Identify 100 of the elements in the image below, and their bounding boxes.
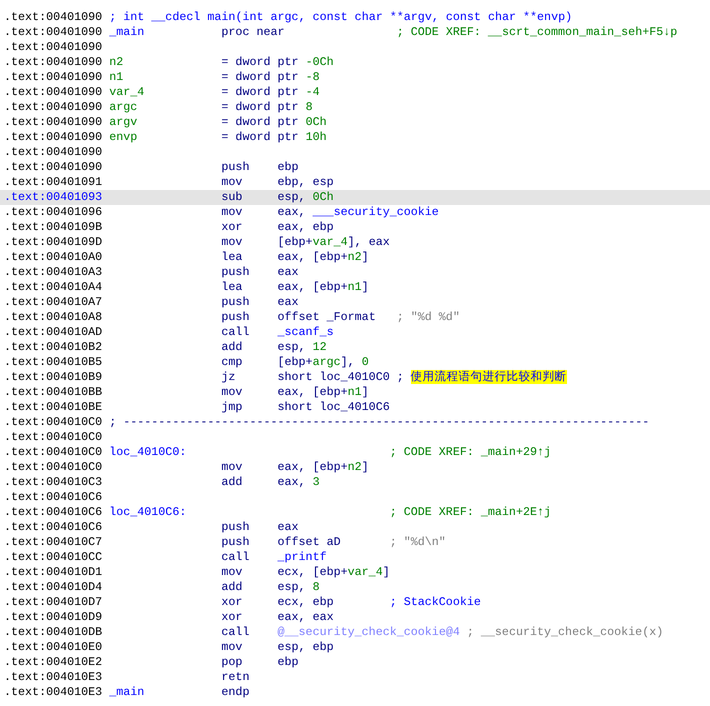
listing-line[interactable]: .text:004010BE jmp short loc_4010C6 (0, 400, 710, 415)
instruction-mnemonic: add (221, 580, 244, 595)
listing-line[interactable]: .text:004010E3 _main endp (0, 685, 710, 700)
line-address: .text:004010C6 (4, 490, 104, 505)
listing-line[interactable]: .text:004010C6 loc_4010C6: ; CODE XREF: _main+2E↑j (0, 505, 710, 520)
instruction-mnemonic: call (221, 325, 250, 340)
code-comment: ; __security_check_cookie(x) (466, 625, 664, 640)
code-comment: ; --------------------------------------------------------------------------- (109, 415, 650, 430)
listing-line[interactable]: .text:004010AD call _scanf_s (0, 325, 710, 340)
listing-line[interactable]: .text:004010C6 (0, 490, 710, 505)
listing-line[interactable]: .text:00401090 n1 = dword ptr -8 (0, 70, 710, 85)
instruction-operands: esp, 8 (278, 580, 321, 595)
listing-line[interactable]: .text:00401091 mov ebp, esp (0, 175, 710, 190)
instruction-operands: esp, 12 (278, 340, 328, 355)
line-address: .text:004010A3 (4, 265, 104, 280)
instruction-operands: -4 (306, 85, 321, 100)
code-label[interactable]: var_4 (109, 85, 222, 100)
listing-line[interactable]: .text:004010E0 mov esp, ebp (0, 640, 710, 655)
instruction-operands: _scanf_s (278, 325, 335, 340)
code-label[interactable]: n1 (109, 70, 222, 85)
code-label[interactable]: envp (109, 130, 222, 145)
instruction-mnemonic: mov (221, 205, 244, 220)
listing-line[interactable]: .text:004010D4 add esp, 8 (0, 580, 710, 595)
instruction-operands: [ebp+argc], 0 (278, 355, 370, 370)
listing-line[interactable]: .text:004010DB call @__security_check_cookie@4 ; __security_check_cookie(x) (0, 625, 710, 640)
line-address: .text:004010C0 (4, 430, 104, 445)
listing-line[interactable]: .text:004010C3 add eax, 3 (0, 475, 710, 490)
line-address: .text:004010D7 (4, 595, 104, 610)
code-label[interactable]: _main (109, 685, 222, 700)
listing-line[interactable]: .text:004010C0 loc_4010C0: ; CODE XREF: _main+29↑j (0, 445, 710, 460)
listing-line[interactable]: .text:004010B2 add esp, 12 (0, 340, 710, 355)
code-comment: ; "%d %d" (396, 310, 460, 325)
listing-line[interactable]: .text:00401096 mov eax, ___security_cookie (0, 205, 710, 220)
listing-line[interactable]: .text:00401090 push ebp (0, 160, 710, 175)
instruction-operands: short loc_4010C0 (278, 370, 390, 385)
instruction-mnemonic: mov (221, 385, 244, 400)
listing-line[interactable]: .text:00401090 argv = dword ptr 0Ch (0, 115, 710, 130)
code-comment: ; CODE XREF: _main+2E↑j (390, 505, 552, 520)
line-address: .text:00401090 (4, 10, 104, 25)
line-address: .text:004010C3 (4, 475, 104, 490)
listing-line[interactable]: .text:00401090 _main proc near ; CODE XREF: __scrt_common_main_seh+F5↓p (0, 25, 710, 40)
listing-line[interactable]: .text:00401090 var_4 = dword ptr -4 (0, 85, 710, 100)
listing-line[interactable]: .text:004010D9 xor eax, eax (0, 610, 710, 625)
listing-line[interactable]: .text:00401090 (0, 145, 710, 160)
listing-line[interactable]: .text:004010D1 mov ecx, [ebp+var_4] (0, 565, 710, 580)
line-address: .text:004010C7 (4, 535, 104, 550)
listing-line[interactable]: .text:00401090 (0, 40, 710, 55)
code-comment: ; StackCookie (390, 595, 481, 610)
code-label[interactable]: loc_4010C6: (109, 505, 222, 520)
instruction-operands: eax, ebp (278, 220, 335, 235)
listing-line[interactable]: .text:004010C0 (0, 430, 710, 445)
code-label[interactable]: argv (109, 115, 222, 130)
line-address: .text:00401093 (4, 190, 104, 205)
line-address: .text:00401090 (4, 70, 104, 85)
instruction-operands: ebp (278, 160, 300, 175)
listing-line[interactable]: .text:004010CC call _printf (0, 550, 710, 565)
listing-line[interactable]: .text:00401090 ; int __cdecl main(int argc, const char **argv, const char **envp) (0, 10, 710, 25)
line-address: .text:004010BB (4, 385, 104, 400)
instruction-mnemonic: push (221, 520, 250, 535)
instruction-operands: offset _Format (278, 310, 377, 325)
listing-line[interactable]: .text:004010A7 push eax (0, 295, 710, 310)
instruction-mnemonic: cmp (221, 355, 244, 370)
line-address: .text:004010B9 (4, 370, 104, 385)
instruction-mnemonic: mov (221, 175, 244, 190)
listing-line[interactable]: .text:004010C0 ; --------------------------------------------------------------------------- (0, 415, 710, 430)
code-label[interactable]: loc_4010C0: (109, 445, 222, 460)
listing-line[interactable]: .text:004010C0 mov eax, [ebp+n2] (0, 460, 710, 475)
line-address: .text:004010B5 (4, 355, 104, 370)
code-label[interactable]: n2 (109, 55, 222, 70)
instruction-operands: esp, ebp (278, 640, 335, 655)
listing-line[interactable]: .text:004010E2 pop ebp (0, 655, 710, 670)
listing-line[interactable]: .text:004010A4 lea eax, [ebp+n1] (0, 280, 710, 295)
code-label[interactable]: argc (109, 100, 222, 115)
line-address: .text:004010D1 (4, 565, 104, 580)
listing-line[interactable]: .text:004010A3 push eax (0, 265, 710, 280)
listing-line[interactable]: .text:0040109D mov [ebp+var_4], eax (0, 235, 710, 250)
listing-line[interactable]: .text:004010C7 push offset aD ; "%d\n" (0, 535, 710, 550)
line-address: .text:00401090 (4, 130, 104, 145)
instruction-mnemonic: add (221, 475, 244, 490)
listing-line[interactable]: .text:0040109B xor eax, ebp (0, 220, 710, 235)
instruction-mnemonic: endp (221, 685, 250, 700)
instruction-mnemonic: push (221, 295, 250, 310)
line-address: .text:004010C0 (4, 445, 104, 460)
listing-line[interactable]: .text:004010A0 lea eax, [ebp+n2] (0, 250, 710, 265)
listing-line[interactable]: .text:004010A8 push offset _Format ; "%d %d" (0, 310, 710, 325)
line-address: .text:00401090 (4, 40, 104, 55)
instruction-mnemonic: sub (221, 190, 244, 205)
listing-line[interactable]: .text:004010D7 xor ecx, ebp ; StackCookie (0, 595, 710, 610)
listing-line[interactable]: .text:00401090 argc = dword ptr 8 (0, 100, 710, 115)
listing-line[interactable]: .text:004010C6 push eax (0, 520, 710, 535)
listing-line[interactable]: .text:004010E3 retn (0, 670, 710, 685)
instruction-operands: ecx, [ebp+var_4] (278, 565, 390, 580)
code-label[interactable]: _main (109, 25, 222, 40)
listing-line[interactable]: .text:004010BB mov eax, [ebp+n1] (0, 385, 710, 400)
instruction-mnemonic: xor (221, 610, 244, 625)
listing-line[interactable]: .text:004010B5 cmp [ebp+argc], 0 (0, 355, 710, 370)
listing-line[interactable]: .text:00401090 n2 = dword ptr -0Ch (0, 55, 710, 70)
listing-line[interactable]: .text:00401090 envp = dword ptr 10h (0, 130, 710, 145)
instruction-mnemonic: push (221, 160, 250, 175)
instruction-mnemonic: = dword ptr (221, 100, 300, 115)
